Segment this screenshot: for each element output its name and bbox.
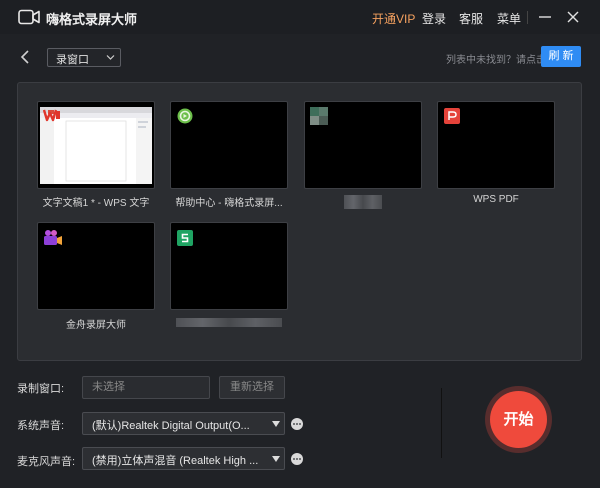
window-thumbnail[interactable] [37,101,155,189]
vip-link[interactable]: 开通VIP [372,10,415,27]
window-thumbnail[interactable] [304,101,422,189]
record-mode-value: 录窗口 [56,54,89,66]
caret-down-icon [272,421,280,427]
spreadsheet-s-icon [177,230,193,246]
blurred-app-icon [310,107,328,125]
window-thumbnail[interactable] [437,101,555,189]
login-link[interactable]: 登录 [422,10,446,27]
window-thumbnail[interactable] [170,101,288,189]
title-separator [527,11,528,24]
wps-writer-icon [43,109,60,122]
system-audio-label: 系统声音: [17,420,65,432]
more-dots-icon [293,423,301,425]
refresh-button[interactable]: 刷 新 [541,46,581,67]
record-window-label: 录制窗口: [17,383,65,395]
window-thumbnail[interactable] [37,222,155,310]
system-audio-select[interactable]: (默认)Realtek Digital Output(O... [82,412,285,435]
caret-down-icon [272,456,280,462]
window-title-blurred [344,195,382,209]
window-title: WPS PDF [473,194,519,205]
mic-audio-value: (禁用)立体声混音 (Realtek High ... [92,455,259,467]
window-title-blurred [176,318,282,327]
app-title: 嗨格式录屏大师 [46,12,138,27]
camera-app-icon [44,230,62,245]
menu-link[interactable]: 菜单 [497,10,521,27]
video-camera-logo-icon [18,9,40,25]
chevron-down-icon [106,55,115,60]
wps-pdf-icon [444,108,460,124]
window-thumbnail[interactable] [170,222,288,310]
system-audio-more-button[interactable] [291,418,303,430]
back-arrow-icon[interactable] [17,48,33,66]
start-recording-button[interactable]: 开始 [490,391,547,448]
mic-audio-more-button[interactable] [291,453,303,465]
more-dots-icon [293,458,301,460]
mic-audio-select[interactable]: (禁用)立体声混音 (Realtek High ... [82,447,285,470]
customer-service-link[interactable]: 客服 [459,10,483,27]
close-icon[interactable] [565,8,581,26]
minimize-icon[interactable] [537,8,553,26]
reselect-button[interactable]: 重新选择 [219,376,285,399]
window-title: 帮助中心 - 嗨格式录屏... [175,198,283,209]
window-title: 金舟录屏大师 [66,320,126,331]
record-window-input[interactable]: 未选择 [82,376,210,399]
window-title: 文字文稿1 * - WPS 文字 [42,198,150,209]
system-audio-value: (默认)Realtek Digital Output(O... [92,420,250,432]
record-mode-select[interactable]: 录窗口 [47,48,121,67]
help-center-icon [177,108,193,124]
vertical-divider [441,388,442,458]
mic-audio-label: 麦克风声音: [17,456,76,468]
not-found-hint: 列表中未找到？请点击 [446,55,546,66]
